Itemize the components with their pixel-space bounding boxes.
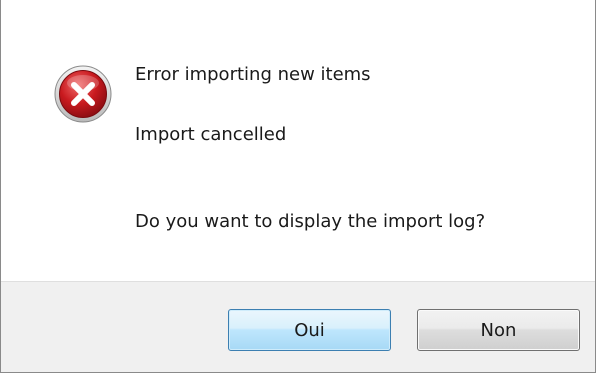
yes-button[interactable]: Oui xyxy=(228,309,391,351)
message-dialog: Error importing new items Import cancell… xyxy=(0,0,596,373)
question-text: Do you want to display the import log? xyxy=(135,211,486,232)
error-title-text: Error importing new items xyxy=(135,64,371,85)
no-button[interactable]: Non xyxy=(417,309,580,351)
button-bar: Oui Non xyxy=(1,281,595,372)
error-detail-text: Import cancelled xyxy=(135,124,287,145)
error-icon xyxy=(53,64,113,124)
dialog-content: Error importing new items Import cancell… xyxy=(1,0,595,280)
